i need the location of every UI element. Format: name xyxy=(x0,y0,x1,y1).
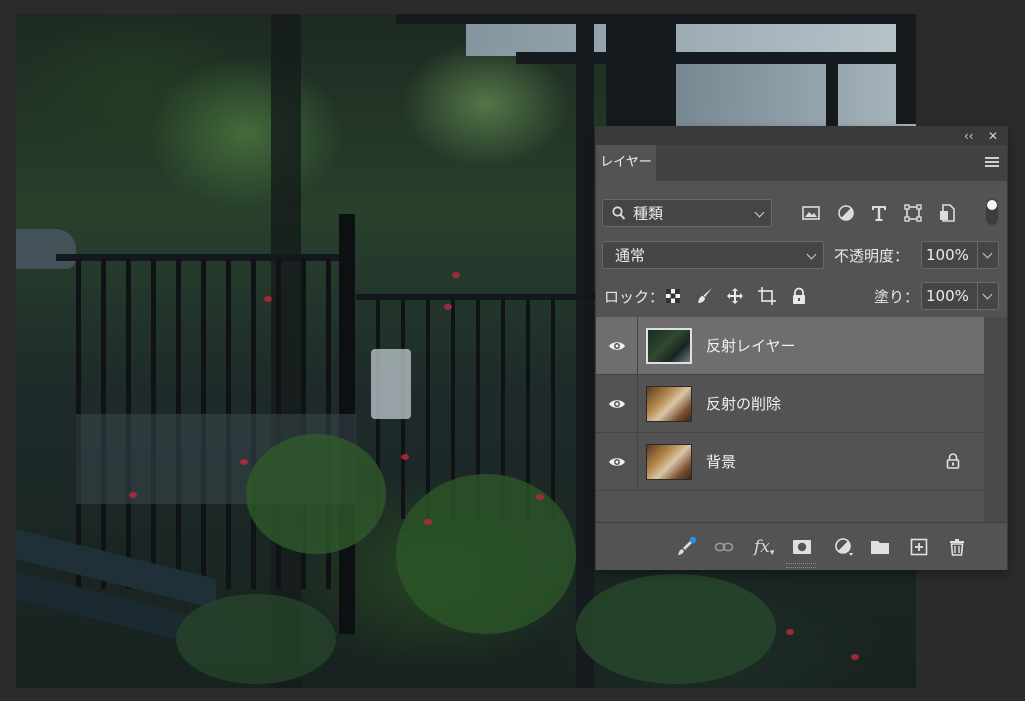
canvas-foliage xyxy=(396,474,576,634)
canvas-flower xyxy=(129,492,137,498)
image-filter-icon[interactable] xyxy=(801,203,821,223)
panel-title-bar: ‹‹ ✕ xyxy=(596,127,1007,145)
layer-thumbnail xyxy=(646,444,692,480)
canvas-railing-bar xyxy=(551,299,555,519)
smart-object-filter-icon[interactable] xyxy=(937,203,957,223)
layers-list: 反射レイヤー 反射の削除 背景 xyxy=(596,317,984,497)
opacity-value: 100% xyxy=(926,246,969,264)
canvas-skylight xyxy=(666,56,916,126)
shape-filter-icon[interactable] xyxy=(903,203,923,223)
chevron-down-icon xyxy=(982,289,993,300)
canvas-beam xyxy=(896,14,916,124)
new-adjustment-layer-icon[interactable] xyxy=(834,537,854,557)
chevron-down-icon xyxy=(754,207,765,218)
lock-label: ロック： xyxy=(604,288,665,306)
visibility-toggle[interactable] xyxy=(596,433,638,491)
canvas-flower xyxy=(444,304,452,310)
new-group-folder-icon[interactable] xyxy=(870,537,890,557)
canvas-foliage xyxy=(576,574,776,684)
canvas-person-arm xyxy=(16,229,76,269)
canvas-beam xyxy=(516,52,916,64)
layer-row-background[interactable]: 背景 xyxy=(596,433,984,491)
layers-bottom-toolbar: fx▾ xyxy=(596,522,1007,570)
canvas-white-object xyxy=(371,349,411,419)
layers-panel: ‹‹ ✕ レイヤー 種類 通常 不透明度： 100% ロック： 塗り： 100%… xyxy=(596,127,1007,570)
canvas-beam xyxy=(826,54,838,134)
layer-lock-icon[interactable] xyxy=(946,453,960,469)
canvas-flower xyxy=(424,519,432,525)
canvas-railing-top xyxy=(356,294,606,300)
lock-transparent-pixels-icon[interactable] xyxy=(664,287,682,305)
collapse-panel-icon[interactable]: ‹‹ xyxy=(964,127,974,145)
lock-position-icon[interactable] xyxy=(726,287,744,305)
delete-layer-trash-icon[interactable] xyxy=(947,537,967,557)
fill-dropdown-button[interactable] xyxy=(977,283,998,309)
canvas-beam xyxy=(576,14,594,688)
canvas-flower xyxy=(452,272,460,278)
opacity-dropdown-button[interactable] xyxy=(977,242,998,268)
canvas-flower xyxy=(536,494,544,500)
layer-style-fx-icon[interactable]: fx▾ xyxy=(754,537,774,558)
new-layer-icon[interactable] xyxy=(909,537,929,557)
canvas-flower xyxy=(240,459,248,465)
link-layers-icon[interactable] xyxy=(714,537,734,557)
layer-thumbnail xyxy=(646,328,692,364)
chevron-down-icon xyxy=(806,249,817,260)
panel-menu-icon[interactable] xyxy=(985,157,999,169)
canvas-railing-bar xyxy=(426,299,430,519)
visibility-toggle[interactable] xyxy=(596,375,638,433)
layer-kind-label: 種類 xyxy=(633,204,664,223)
fill-input[interactable]: 100% xyxy=(921,282,999,310)
close-panel-icon[interactable]: ✕ xyxy=(988,127,998,145)
blend-mode-select[interactable]: 通常 xyxy=(602,241,824,269)
canvas-foliage xyxy=(176,594,336,684)
layer-row-reflection-removal[interactable]: 反射の削除 xyxy=(596,375,984,433)
blend-mode-value: 通常 xyxy=(615,246,646,265)
fill-value: 100% xyxy=(926,287,969,305)
layers-scrollbar[interactable] xyxy=(984,317,1007,522)
type-filter-icon[interactable] xyxy=(869,203,889,223)
eye-icon xyxy=(609,400,625,408)
opacity-label: 不透明度： xyxy=(834,247,910,265)
search-icon xyxy=(612,206,626,220)
canvas-foliage xyxy=(246,434,386,554)
layer-row-reflection[interactable]: 反射レイヤー xyxy=(596,317,984,375)
canvas-flower xyxy=(786,629,794,635)
adjustment-filter-icon[interactable] xyxy=(836,203,856,223)
lock-all-icon[interactable] xyxy=(790,287,808,305)
tab-layers[interactable]: レイヤー xyxy=(596,145,656,181)
filter-toggle-switch[interactable] xyxy=(986,199,998,225)
layer-name[interactable]: 反射の削除 xyxy=(706,375,781,433)
canvas-flower xyxy=(401,454,409,460)
visibility-toggle[interactable] xyxy=(596,317,638,375)
eye-icon xyxy=(609,342,625,350)
lock-artboard-icon[interactable] xyxy=(758,287,776,305)
fill-label: 塗り： xyxy=(874,288,920,306)
canvas-flower xyxy=(264,296,272,302)
layer-effects-brush-icon[interactable] xyxy=(676,537,696,557)
lock-image-pixels-icon[interactable] xyxy=(696,287,714,305)
panel-resize-grip[interactable] xyxy=(786,563,816,568)
layer-name[interactable]: 反射レイヤー xyxy=(706,317,796,375)
layer-kind-filter-select[interactable]: 種類 xyxy=(602,199,772,227)
opacity-input[interactable]: 100% xyxy=(921,241,999,269)
add-mask-icon[interactable] xyxy=(792,537,812,557)
canvas-flower xyxy=(851,654,859,660)
chevron-down-icon xyxy=(982,248,993,259)
layer-thumbnail xyxy=(646,386,692,422)
layer-name[interactable]: 背景 xyxy=(706,433,736,491)
eye-icon xyxy=(609,458,625,466)
panel-tab-row: レイヤー xyxy=(596,145,1007,181)
